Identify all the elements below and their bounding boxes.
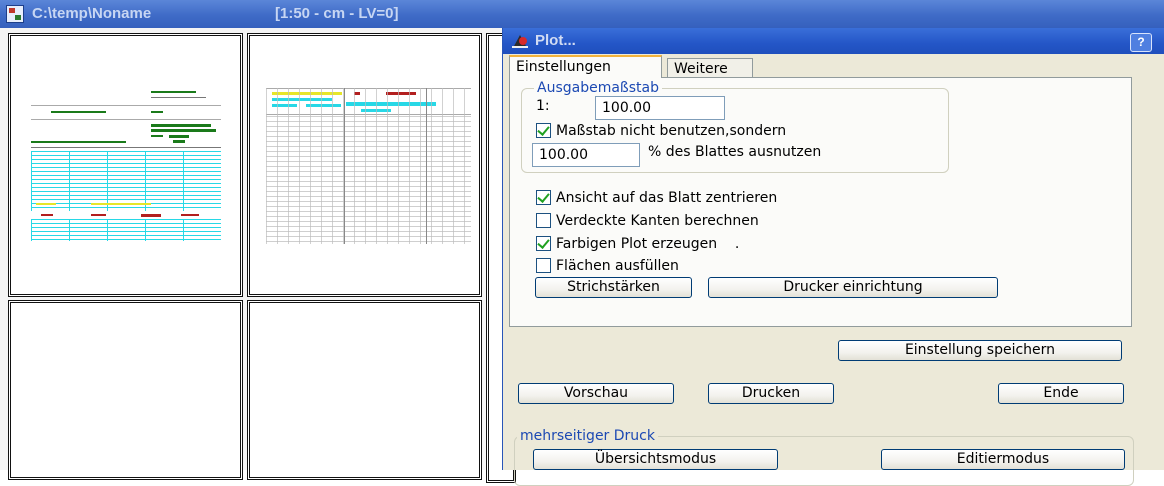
center-view-checkbox[interactable] (536, 190, 551, 205)
line-widths-button[interactable]: Strichstärken (535, 277, 692, 298)
plot-dialog: Plot... ? Einstellungen Weitere Ausgabem… (502, 28, 1164, 486)
preview-button[interactable]: Vorschau (518, 383, 674, 404)
option-center-view[interactable]: Ansicht auf das Blatt zentrieren (536, 188, 956, 208)
page-thumbnail-1 (31, 91, 221, 246)
hidden-edges-checkbox[interactable] (536, 213, 551, 228)
ignore-scale-checkbox[interactable] (536, 123, 551, 138)
dialog-title-bar[interactable]: Plot... ? (503, 28, 1164, 54)
option-color-plot[interactable]: Farbigen Plot erzeugen . (536, 234, 956, 254)
scale-ratio-input[interactable]: 100.00 (595, 96, 725, 120)
option-hidden-edges[interactable]: Verdeckte Kanten berechnen (536, 211, 956, 231)
sheet-percent-label: % des Blattes ausnutzen (648, 144, 822, 160)
ignore-scale-checkbox-row[interactable]: Maßstab nicht benutzen,sondern (536, 121, 896, 141)
option-fill-areas[interactable]: Flächen ausfüllen (536, 256, 956, 276)
hidden-edges-label: Verdeckte Kanten berechnen (556, 213, 759, 229)
page-viewport-1[interactable] (8, 33, 243, 297)
print-button[interactable]: Drucken (708, 383, 834, 404)
page-viewport-3[interactable] (8, 300, 243, 480)
dialog-title: Plot... (535, 32, 576, 49)
help-button[interactable]: ? (1130, 33, 1152, 52)
end-button[interactable]: Ende (998, 383, 1124, 404)
fill-areas-label: Flächen ausfüllen (556, 258, 679, 274)
app-scale-info: [1:50 - cm - LV=0] (275, 5, 399, 22)
printer-setup-button[interactable]: Drucker einrichtung (708, 277, 998, 298)
app-logo-icon (6, 5, 24, 23)
page-thumbnail-2 (266, 88, 471, 246)
ignore-scale-label: Maßstab nicht benutzen,sondern (556, 123, 787, 139)
overview-mode-button[interactable]: Übersichtsmodus (533, 449, 778, 470)
color-plot-checkbox[interactable] (536, 236, 551, 251)
save-settings-button[interactable]: Einstellung speichern (838, 340, 1122, 361)
edit-mode-button[interactable]: Editiermodus (881, 449, 1125, 470)
page-viewport-4[interactable] (247, 300, 482, 480)
multipage-legend: mehrseitiger Druck (517, 428, 658, 444)
tab-einstellungen[interactable]: Einstellungen (509, 55, 662, 78)
app-title-bar: C:\temp\Noname [1:50 - cm - LV=0] (0, 0, 1164, 28)
app-file-path: C:\temp\Noname (32, 5, 152, 22)
center-view-label: Ansicht auf das Blatt zentrieren (556, 190, 778, 206)
scale-group-legend: Ausgabemaßstab (534, 80, 662, 96)
fill-areas-checkbox[interactable] (536, 258, 551, 273)
ratio-prefix: 1: (536, 98, 550, 114)
tab-weitere[interactable]: Weitere (667, 58, 753, 79)
page-viewport-2[interactable] (247, 33, 482, 297)
plotter-icon (512, 35, 528, 48)
color-plot-label: Farbigen Plot erzeugen . (556, 236, 740, 252)
sheet-percent-input[interactable]: 100.00 (532, 143, 640, 167)
settings-panel: Ausgabemaßstab 1: 100.00 Maßstab nicht b… (509, 77, 1132, 327)
